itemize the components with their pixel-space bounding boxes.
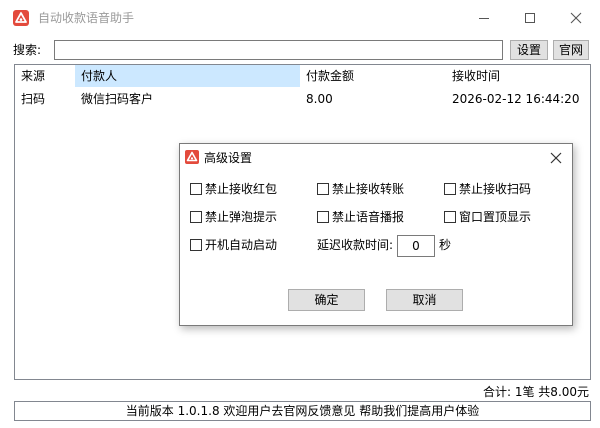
block-scan-checkbox[interactable]: 禁止接收扫码 — [444, 181, 544, 197]
checkbox-box[interactable] — [444, 183, 456, 195]
checkbox-label: 禁止接收红包 — [205, 182, 278, 196]
checkbox-label: 窗口置顶显示 — [459, 210, 532, 224]
checkbox-box[interactable] — [444, 211, 456, 223]
column-header-amount[interactable]: 付款金额 — [306, 65, 446, 87]
block-transfer-checkbox[interactable]: 禁止接收转账 — [317, 181, 417, 197]
dialog-title: 高级设置 — [204, 151, 253, 165]
close-button[interactable] — [553, 0, 599, 36]
settings-button[interactable]: 设置 — [510, 40, 548, 60]
maximize-icon — [525, 13, 535, 23]
checkbox-box[interactable] — [317, 183, 329, 195]
window-title: 自动收款语音助手 — [38, 11, 135, 25]
website-button[interactable]: 官网 — [553, 40, 589, 60]
cancel-button[interactable]: 取消 — [386, 289, 463, 311]
table-row-time[interactable]: 2026-02-12 16:44:20 — [452, 89, 579, 109]
search-label: 搜索: — [13, 43, 42, 57]
checkbox-box[interactable] — [317, 211, 329, 223]
checkbox-label: 禁止接收转账 — [332, 182, 405, 196]
column-header-source[interactable]: 来源 — [21, 65, 71, 87]
total-summary: 合计: 1笔 共8.00元 — [483, 385, 590, 399]
maximize-button[interactable] — [507, 0, 553, 36]
block-popup-checkbox[interactable]: 禁止弹泡提示 — [190, 209, 290, 225]
checkbox-label: 禁止语音播报 — [332, 210, 405, 224]
checkbox-box[interactable] — [190, 183, 202, 195]
window-topmost-checkbox[interactable]: 窗口置顶显示 — [444, 209, 544, 225]
status-bar: 当前版本 1.0.1.8 欢迎用户去官网反馈意见 帮助我们提高用户体验 — [14, 401, 591, 421]
delay-label: 延迟收款时间: — [317, 238, 394, 252]
checkbox-box[interactable] — [190, 239, 202, 251]
minimize-button[interactable] — [461, 0, 507, 36]
table-row-amount[interactable]: 8.00 — [306, 89, 333, 109]
search-input[interactable] — [54, 40, 503, 60]
delay-input[interactable] — [397, 235, 435, 257]
column-header-time[interactable]: 接收时间 — [452, 65, 582, 87]
checkbox-label: 开机自动启动 — [205, 238, 278, 252]
block-red-packet-checkbox[interactable]: 禁止接收红包 — [190, 181, 290, 197]
auto-start-checkbox[interactable]: 开机自动启动 — [190, 237, 290, 253]
close-icon — [550, 152, 562, 164]
advanced-settings-dialog: 高级设置 禁止接收红包 禁止接收转账 禁止接收扫码 禁止弹泡提示 禁止语音播报 … — [179, 143, 573, 326]
table-row-source[interactable]: 扫码 — [21, 89, 45, 109]
delay-unit-label: 秒 — [439, 238, 452, 252]
checkbox-box[interactable] — [190, 211, 202, 223]
title-bar: 自动收款语音助手 — [0, 0, 600, 36]
block-voice-checkbox[interactable]: 禁止语音播报 — [317, 209, 417, 225]
checkbox-label: 禁止弹泡提示 — [205, 210, 278, 224]
dialog-close-button[interactable] — [544, 148, 568, 168]
table-row-payer[interactable]: 微信扫码客户 — [81, 89, 153, 109]
app-logo-icon — [13, 10, 29, 26]
column-header-payer[interactable]: 付款人 — [75, 65, 300, 87]
ok-button[interactable]: 确定 — [288, 289, 365, 311]
minimize-icon — [479, 18, 489, 19]
dialog-app-icon — [185, 150, 199, 164]
close-icon — [570, 12, 582, 24]
checkbox-label: 禁止接收扫码 — [459, 182, 532, 196]
